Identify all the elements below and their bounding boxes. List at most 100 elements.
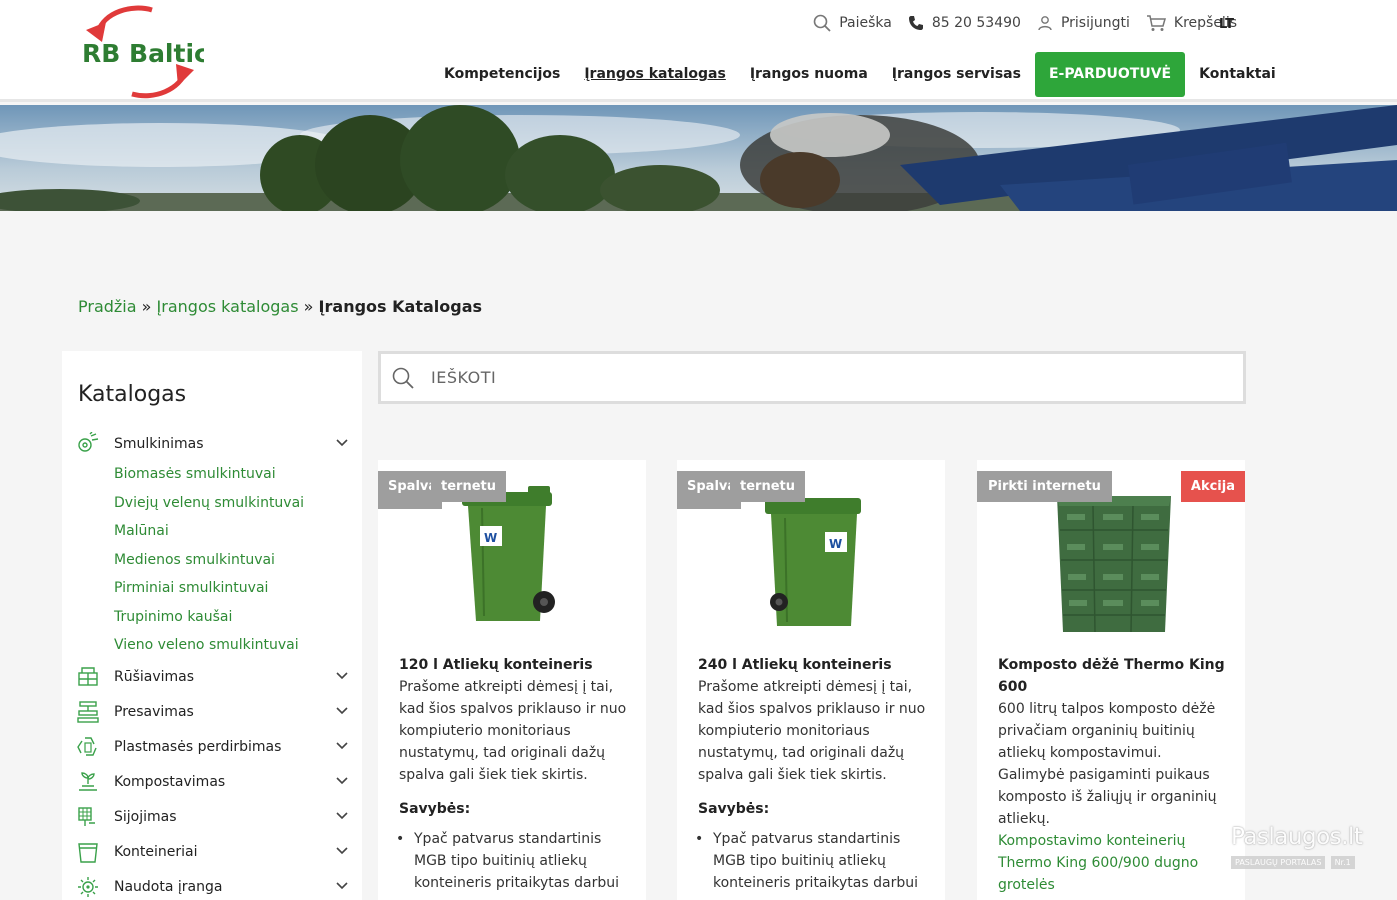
breadcrumb-separator: »: [303, 297, 314, 316]
product-buy-online-badge: ternetu: [730, 471, 805, 502]
sidebar-category-label: Smulkinimas: [114, 436, 204, 452]
search-icon: [392, 367, 414, 389]
watermark-subtitle: PASLAUGŲ PORTALAS: [1231, 856, 1326, 869]
sorting-icon: [76, 665, 100, 689]
catalog-search-box[interactable]: [378, 351, 1246, 404]
sidebar-category-label: Kompostavimas: [114, 774, 226, 790]
phone-icon: [908, 16, 923, 30]
topbar-phone-number: 85 20 53490: [931, 15, 1021, 31]
sidebar-category-label: Naudota įranga: [114, 879, 223, 895]
product-feature-item: Ypač patvarus standartinis MGB tipo buit…: [396, 828, 629, 894]
nav-eshop-button[interactable]: E-PARDUOTUVĖ: [1034, 52, 1186, 97]
chevron-down-icon[interactable]: [336, 812, 348, 820]
chevron-down-icon[interactable]: [336, 439, 348, 447]
product-image[interactable]: [1053, 490, 1175, 639]
breadcrumb: Pradžia » Įrangos katalogas » Įrangos Ka…: [78, 297, 482, 316]
site-header: RB Baltic Paieška 85 20 53490 Prisijungt…: [0, 0, 1397, 102]
product-buy-online-badge: ternetu: [431, 471, 506, 502]
sidebar-category-label: Plastmasės perdirbimas: [114, 739, 282, 755]
watermark-text: Paslaugos.lt: [1231, 824, 1363, 850]
nav-equipment-rental[interactable]: Įrangos nuoma: [738, 52, 880, 97]
topbar-login-label: Prisijungti: [1060, 15, 1130, 31]
breadcrumb-current: Įrangos Katalogas: [318, 297, 483, 316]
breadcrumb-catalog[interactable]: Įrangos katalogas: [157, 297, 299, 316]
sidebar-subitem-wood-shredders[interactable]: Medienos smulkintuvai: [114, 552, 275, 568]
sidebar-category-pressing[interactable]: Presavimas: [76, 698, 352, 726]
nav-contacts[interactable]: Kontaktai: [1187, 52, 1288, 97]
nav-competencies[interactable]: Kompetencijos: [432, 52, 572, 97]
nav-equipment-service[interactable]: Įrangos servisas: [880, 52, 1033, 97]
used-equipment-icon: [76, 875, 100, 899]
topbar-phone[interactable]: 85 20 53490: [908, 15, 1021, 31]
chevron-down-icon[interactable]: [336, 707, 348, 715]
recycle-icon: [76, 735, 100, 759]
catalog-sidebar: Katalogas Smulkinimas Biomasės smulkintu…: [62, 351, 362, 900]
product-features-label: Savybės:: [399, 801, 471, 817]
watermark-badge: Nr.1: [1330, 856, 1355, 869]
logo[interactable]: RB Baltic: [80, 4, 209, 100]
topbar-login[interactable]: Prisijungti: [1037, 15, 1130, 31]
sidebar-subitem-single-shaft-shredders[interactable]: Vieno veleno smulkintuvai: [114, 637, 299, 653]
sidebar-subitem-biomass-shredders[interactable]: Biomasės smulkintuvai: [114, 466, 276, 482]
press-icon: [76, 700, 100, 724]
product-feature-item: Ypač patvarus standartinis MGB tipo buit…: [695, 828, 928, 894]
sidebar-subitem-mills[interactable]: Malūnai: [114, 523, 169, 539]
logo-image: RB Baltic: [82, 5, 209, 99]
topbar-search[interactable]: Paieška: [813, 14, 892, 32]
product-buy-online-badge: Pirkti internetu: [977, 471, 1112, 502]
compost-icon: [76, 770, 100, 794]
sidebar-category-plastic-recycling[interactable]: Plastmasės perdirbimas: [76, 733, 352, 761]
sidebar-title: Katalogas: [78, 382, 187, 407]
product-related-link[interactable]: Kompostavimo konteinerių Thermo King 600…: [998, 830, 1228, 896]
product-title[interactable]: 120 l Atliekų konteineris: [399, 654, 629, 676]
cart-icon: [1146, 15, 1166, 31]
sidebar-category-sorting[interactable]: Rūšiavimas: [76, 663, 352, 691]
chevron-down-icon[interactable]: [336, 847, 348, 855]
product-sale-badge: Akcija: [1180, 471, 1245, 502]
sidebar-category-shredding[interactable]: Smulkinimas: [76, 430, 352, 458]
sidebar-category-composting[interactable]: Kompostavimas: [76, 768, 352, 796]
product-card[interactable]: W Spalva ternetu 240 l Atliekų konteiner…: [677, 460, 945, 900]
sidebar-category-label: Konteineriai: [114, 844, 198, 860]
chevron-down-icon[interactable]: [336, 777, 348, 785]
product-card[interactable]: W Spalva ternetu 120 l Atliekų konteiner…: [378, 460, 646, 900]
product-title[interactable]: Komposto dėžė Thermo King 600: [998, 654, 1228, 698]
product-title[interactable]: 240 l Atliekų konteineris: [698, 654, 928, 676]
sidebar-subitem-twin-shaft-shredders[interactable]: Dviejų velenų smulkintuvai: [114, 495, 304, 511]
topbar-search-label: Paieška: [839, 15, 892, 31]
breadcrumb-separator: »: [141, 297, 152, 316]
sidebar-category-label: Sijojimas: [114, 809, 177, 825]
language-selector[interactable]: LT: [1219, 17, 1234, 32]
svg-text:W: W: [829, 537, 842, 551]
chevron-down-icon[interactable]: [336, 672, 348, 680]
container-icon: [76, 840, 100, 864]
sidebar-category-label: Presavimas: [114, 704, 194, 720]
product-description: Prašome atkreipti dėmesį į tai, kad šios…: [698, 679, 926, 783]
product-card[interactable]: Pirkti internetu Akcija Komposto dėžė Th…: [977, 460, 1245, 900]
shredder-icon: [76, 432, 100, 456]
product-image[interactable]: W: [765, 496, 865, 640]
topbar: Paieška 85 20 53490 Prisijungti Krepšeli…: [813, 14, 1237, 32]
product-description: Prašome atkreipti dėmesį į tai, kad šios…: [399, 679, 627, 783]
sidebar-category-containers[interactable]: Konteineriai: [76, 838, 352, 866]
sidebar-category-used-equipment[interactable]: Naudota įranga: [76, 873, 352, 900]
search-icon: [813, 14, 831, 32]
sidebar-category-label: Rūšiavimas: [114, 669, 195, 685]
chevron-down-icon[interactable]: [336, 742, 348, 750]
watermark: Paslaugos.lt PASLAUGŲ PORTALAS Nr.1: [1231, 824, 1375, 880]
user-icon: [1038, 16, 1052, 31]
catalog-search-input[interactable]: [431, 368, 1211, 387]
breadcrumb-home[interactable]: Pradžia: [78, 297, 137, 316]
sidebar-subitem-primary-shredders[interactable]: Pirminiai smulkintuvai: [114, 580, 268, 596]
sidebar-subitem-crushing-buckets[interactable]: Trupinimo kaušai: [114, 609, 232, 625]
product-description: 600 litrų talpos komposto dėžė privačiam…: [998, 701, 1217, 827]
hero-image: [0, 105, 1397, 211]
product-features-label: Savybės:: [698, 801, 770, 817]
chevron-down-icon[interactable]: [336, 882, 348, 890]
main-nav: Kompetencijos Įrangos katalogas Įrangos …: [432, 52, 1288, 97]
logo-text: RB Baltic: [82, 39, 204, 68]
sidebar-category-screening[interactable]: Sijojimas: [76, 803, 352, 831]
product-image[interactable]: W: [458, 486, 558, 635]
hero-banner: [0, 105, 1397, 211]
nav-equipment-catalog[interactable]: Įrangos katalogas: [572, 52, 738, 97]
